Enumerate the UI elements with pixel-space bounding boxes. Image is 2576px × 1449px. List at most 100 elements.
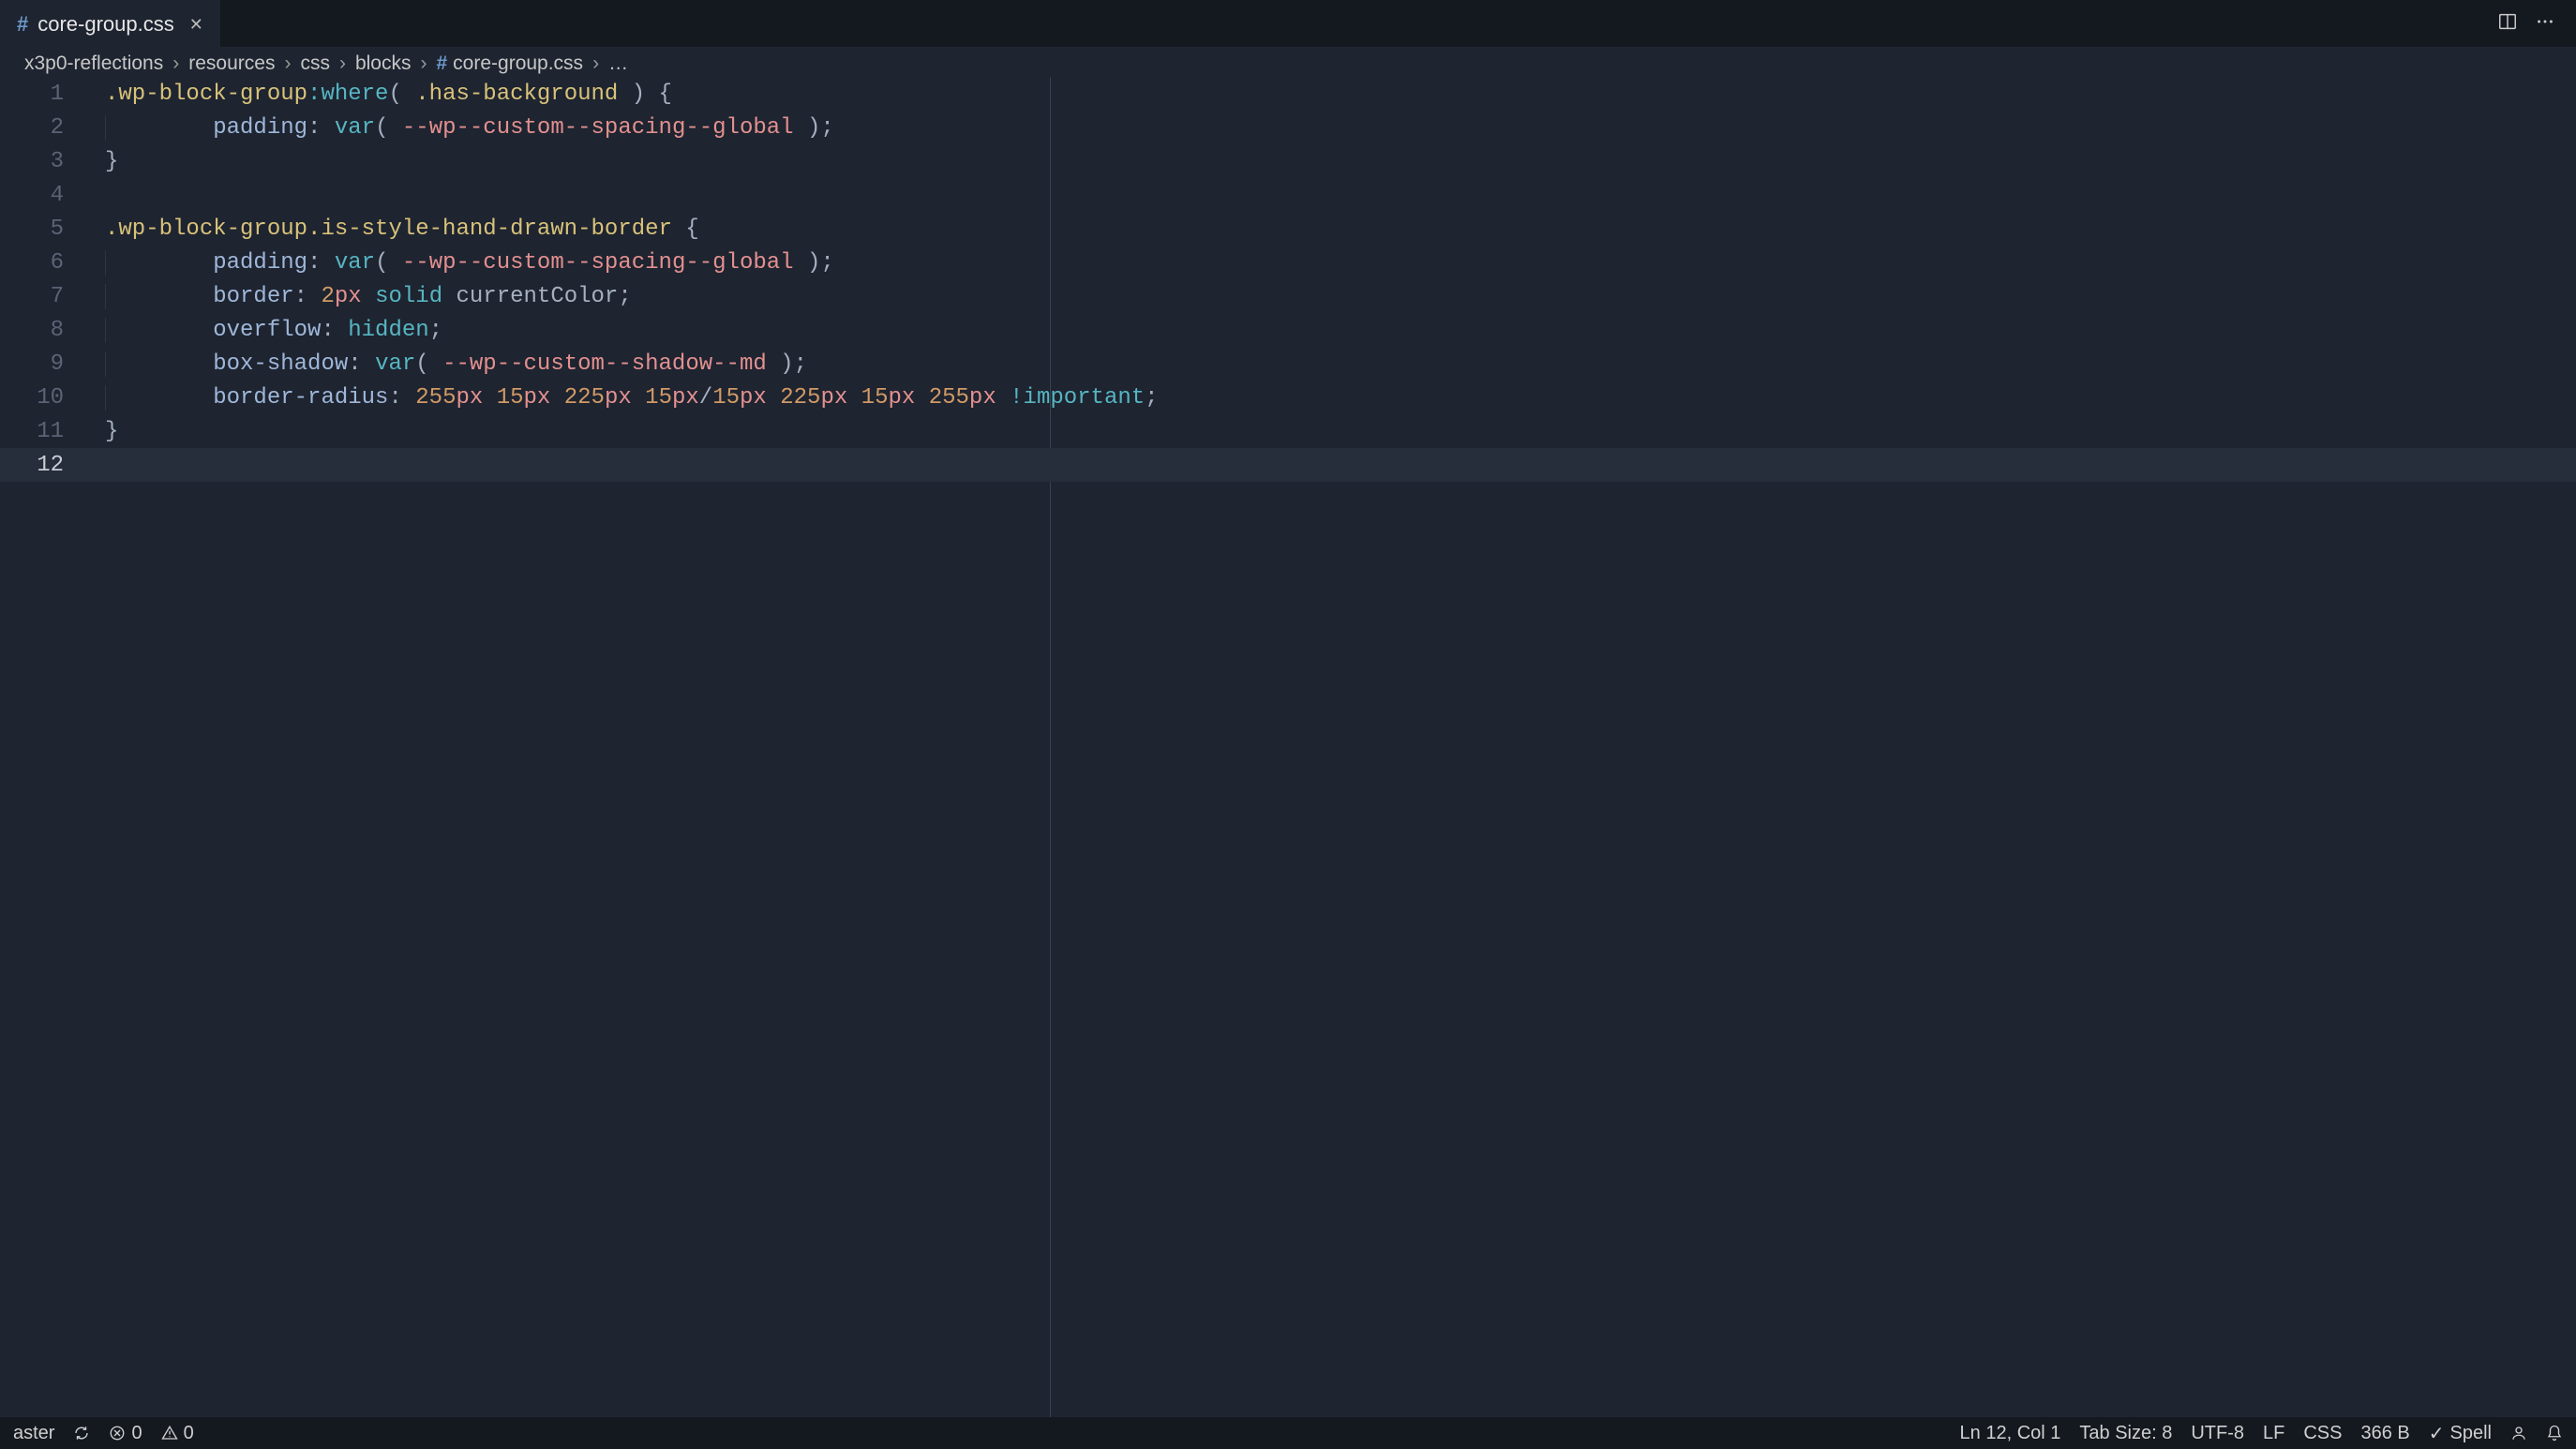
code-line[interactable]: 3} — [0, 144, 2576, 178]
close-icon[interactable]: ✕ — [189, 15, 203, 35]
eol[interactable]: LF — [2263, 1423, 2284, 1444]
tab-actions — [2477, 0, 2576, 47]
token — [996, 385, 1010, 411]
code-content[interactable]: .wp-block-group:where( .has-background )… — [86, 82, 2576, 107]
line-number[interactable]: 10 — [0, 385, 86, 411]
error-icon — [109, 1425, 126, 1442]
breadcrumb-item[interactable]: css — [300, 52, 330, 75]
line-number[interactable]: 4 — [0, 183, 86, 208]
code-content[interactable]: } — [86, 419, 2576, 444]
line-number[interactable]: 12 — [0, 453, 86, 478]
token — [632, 385, 645, 411]
line-number[interactable]: 5 — [0, 217, 86, 242]
line-number[interactable]: 3 — [0, 149, 86, 174]
code-line[interactable]: 5.wp-block-group.is-style-hand-drawn-bor… — [0, 212, 2576, 246]
code-line[interactable]: 11} — [0, 414, 2576, 448]
breadcrumb-item[interactable]: resources — [188, 52, 275, 75]
code-editor[interactable]: 1.wp-block-group:where( .has-background … — [0, 77, 2576, 1417]
chevron-right-icon: › — [420, 52, 427, 75]
status-left: aster 0 0 — [13, 1423, 194, 1444]
problems-errors[interactable]: 0 — [109, 1423, 142, 1444]
token: padding — [213, 250, 307, 276]
token: : — [307, 250, 321, 276]
error-count: 0 — [131, 1423, 142, 1444]
line-number[interactable]: 6 — [0, 250, 86, 276]
code-content[interactable]: border-radius: 255px 15px 225px 15px/15p… — [86, 385, 2576, 411]
line-number[interactable]: 2 — [0, 115, 86, 141]
code-line[interactable]: 6 padding: var( --wp--custom--spacing--g… — [0, 246, 2576, 279]
css-file-icon: # — [436, 52, 447, 74]
code-content[interactable]: } — [86, 149, 2576, 174]
token — [483, 385, 496, 411]
breadcrumb-item[interactable]: blocks — [355, 52, 412, 75]
code-line[interactable]: 1.wp-block-group:where( .has-background … — [0, 77, 2576, 111]
more-actions-icon[interactable] — [2535, 11, 2555, 37]
token: ; — [429, 318, 442, 343]
chevron-right-icon: › — [592, 52, 599, 75]
app-root: # core-group.css ✕ x3p0-reflections › re… — [0, 0, 2576, 1449]
token: { — [685, 217, 698, 242]
token — [767, 385, 780, 411]
token — [105, 284, 213, 309]
sync-button[interactable] — [73, 1425, 90, 1442]
token: hidden — [348, 318, 428, 343]
line-number[interactable]: 1 — [0, 82, 86, 107]
token: padding — [213, 115, 307, 141]
breadcrumb-file[interactable]: #core-group.css — [436, 52, 583, 75]
branch-name: aster — [13, 1423, 54, 1444]
token: ; — [820, 115, 833, 141]
token: } — [105, 149, 118, 174]
code-content[interactable]: box-shadow: var( --wp--custom--shadow--m… — [86, 351, 2576, 377]
breadcrumb-item[interactable]: x3p0-reflections — [24, 52, 163, 75]
token: overflow — [213, 318, 321, 343]
token — [402, 82, 415, 107]
encoding[interactable]: UTF-8 — [2191, 1423, 2244, 1444]
language-mode[interactable]: CSS — [2303, 1423, 2342, 1444]
split-editor-icon[interactable] — [2497, 11, 2518, 37]
git-branch[interactable]: aster — [13, 1423, 54, 1444]
token: ) — [632, 82, 645, 107]
indent-guide — [105, 351, 106, 377]
code-line[interactable]: 9 box-shadow: var( --wp--custom--shadow-… — [0, 347, 2576, 381]
code-line[interactable]: 12 — [0, 448, 2576, 482]
indent-guide — [105, 318, 106, 343]
token: : — [388, 385, 401, 411]
code-line[interactable]: 10 border-radius: 255px 15px 225px 15px/… — [0, 381, 2576, 414]
notifications[interactable] — [2546, 1425, 2563, 1442]
tab-active[interactable]: # core-group.css ✕ — [0, 0, 220, 47]
cursor-position[interactable]: Ln 12, Col 1 — [1960, 1423, 2061, 1444]
token — [105, 318, 213, 343]
tab-size-text: Tab Size: 8 — [2079, 1423, 2172, 1444]
problems-warnings[interactable]: 0 — [161, 1423, 194, 1444]
line-number[interactable]: 8 — [0, 318, 86, 343]
token — [105, 385, 213, 411]
eol-text: LF — [2263, 1423, 2284, 1444]
token: --wp--custom--shadow--md — [442, 351, 767, 377]
token: : — [294, 284, 307, 309]
code-content[interactable]: .wp-block-group.is-style-hand-drawn-bord… — [86, 217, 2576, 242]
token — [915, 385, 928, 411]
accounts[interactable] — [2510, 1425, 2527, 1442]
line-number[interactable]: 9 — [0, 351, 86, 377]
code-content[interactable]: overflow: hidden; — [86, 318, 2576, 343]
tab-bar: # core-group.css ✕ — [0, 0, 2576, 47]
token: px — [740, 385, 767, 411]
indentation[interactable]: Tab Size: 8 — [2079, 1423, 2172, 1444]
chevron-right-icon: › — [339, 52, 346, 75]
code-line[interactable]: 8 overflow: hidden; — [0, 313, 2576, 347]
code-content[interactable]: border: 2px solid currentColor; — [86, 284, 2576, 309]
code-line[interactable]: 7 border: 2px solid currentColor; — [0, 279, 2576, 313]
breadcrumb-trail[interactable]: … — [608, 52, 628, 75]
token: : — [307, 115, 321, 141]
spell-check[interactable]: ✓ Spell — [2429, 1422, 2492, 1445]
code-content[interactable]: padding: var( --wp--custom--spacing--glo… — [86, 115, 2576, 141]
code-content[interactable]: padding: var( --wp--custom--spacing--glo… — [86, 250, 2576, 276]
css-file-icon: # — [17, 12, 28, 37]
token: ( — [388, 82, 401, 107]
line-number[interactable]: 11 — [0, 419, 86, 444]
token: var — [335, 115, 375, 141]
line-number[interactable]: 7 — [0, 284, 86, 309]
code-line[interactable]: 2 padding: var( --wp--custom--spacing--g… — [0, 111, 2576, 144]
code-line[interactable]: 4 — [0, 178, 2576, 212]
file-size[interactable]: 366 B — [2360, 1423, 2409, 1444]
